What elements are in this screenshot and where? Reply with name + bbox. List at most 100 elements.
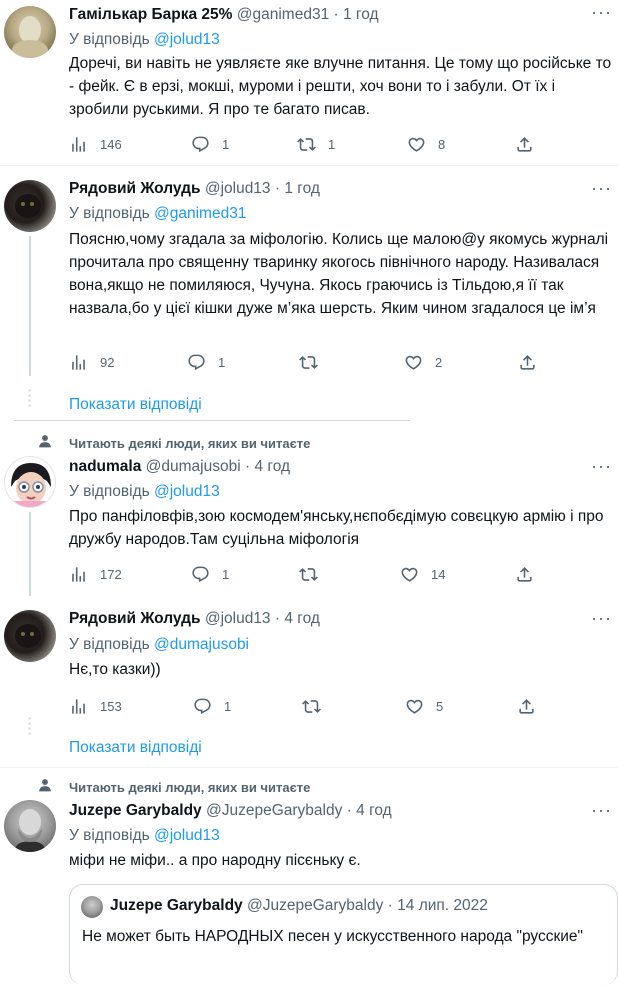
more-icon[interactable]: ··· — [591, 800, 612, 821]
like-button[interactable]: 14 — [400, 563, 445, 585]
mention-link[interactable]: @jolud13 — [154, 31, 220, 48]
handle[interactable]: @jolud13 — [205, 180, 271, 197]
mention-link[interactable]: @jolud13 — [154, 827, 220, 844]
avatar[interactable] — [4, 610, 56, 662]
like-button[interactable]: 2 — [404, 351, 442, 373]
tweet-header: Рядовий Жолудь @jolud13 · 4 год — [69, 610, 320, 628]
retweet-button[interactable] — [302, 695, 333, 717]
tweet[interactable]: Гамількар Барка 25% @ganimed31 · 1 год ·… — [0, 0, 618, 160]
timestamp[interactable]: 4 год — [356, 802, 392, 819]
share-button[interactable] — [518, 351, 549, 373]
action-bar: 146 1 1 8 — [69, 133, 539, 155]
retweet-count: 1 — [328, 136, 336, 152]
views-icon — [72, 698, 85, 714]
avatar[interactable] — [4, 180, 56, 232]
retweet-icon — [299, 567, 318, 581]
tweet[interactable]: Рядовий Жолудь @jolud13 · 1 год ··· У ві… — [0, 166, 618, 426]
retweet-button[interactable] — [299, 351, 330, 373]
reply-context: У відповідь @jolud13 — [69, 483, 220, 501]
tweet[interactable]: Читають деякі люди, яких ви читаєте Juze… — [0, 770, 618, 985]
share-icon — [517, 136, 532, 152]
retweet-button[interactable]: 1 — [297, 133, 335, 155]
views-button[interactable]: 153 — [69, 695, 122, 717]
action-bar: 153 1 5 — [69, 695, 539, 717]
handle[interactable]: @ganimed31 — [237, 6, 329, 23]
reply-context: У відповідь @ganimed31 — [69, 205, 246, 223]
more-icon[interactable]: ··· — [591, 2, 612, 23]
action-bar: 172 1 14 — [69, 563, 539, 585]
thread-line — [29, 512, 31, 596]
share-button[interactable] — [517, 695, 548, 717]
share-button[interactable] — [515, 133, 546, 155]
views-count: 172 — [100, 566, 122, 582]
like-count: 14 — [431, 566, 446, 582]
display-name[interactable]: Гамількар Барка 25% — [69, 6, 232, 23]
tweet-header: nadumala @dumajusobi · 4 год — [69, 458, 290, 476]
mention-link[interactable]: @jolud13 — [154, 483, 220, 500]
quoted-tweet[interactable]: Juzepe Garybaldy @JuzepeGarybaldy · 14 л… — [69, 884, 618, 985]
reply-count: 1 — [218, 354, 226, 370]
like-count: 2 — [435, 354, 443, 370]
views-button[interactable]: 146 — [69, 133, 122, 155]
more-icon[interactable]: ··· — [591, 456, 612, 477]
views-button[interactable]: 92 — [69, 351, 114, 373]
views-button[interactable]: 172 — [69, 563, 122, 585]
retweet-icon — [297, 137, 316, 151]
tweet[interactable]: Рядовий Жолудь @jolud13 · 4 год ··· У ві… — [0, 598, 618, 768]
more-icon[interactable]: ··· — [591, 178, 612, 199]
reply-icon — [194, 698, 211, 714]
show-replies-link[interactable]: Показати відповіді — [69, 739, 202, 757]
thread-dots — [28, 388, 31, 408]
handle[interactable]: @JuzepeGarybaldy — [206, 802, 342, 819]
tweet-text: Доречі, ви навіть не уявляєте яке влучне… — [69, 55, 612, 118]
avatar[interactable] — [4, 800, 56, 852]
like-count: 8 — [438, 136, 446, 152]
share-button[interactable] — [515, 563, 546, 585]
timestamp[interactable]: 4 год — [284, 610, 320, 627]
tweet-header: Juzepe Garybaldy @JuzepeGarybaldy · 4 го… — [69, 802, 392, 820]
timestamp[interactable]: 1 год — [284, 180, 320, 197]
timestamp[interactable]: 4 год — [254, 458, 290, 475]
reply-count: 1 — [224, 698, 232, 714]
like-button[interactable]: 8 — [407, 133, 445, 155]
tweet-text: Нє,то казки)) — [69, 661, 161, 678]
thread-line — [29, 236, 31, 376]
mention-link[interactable]: @dumajusobi — [154, 636, 249, 653]
tweet-header: Рядовий Жолудь @jolud13 · 1 год — [69, 180, 320, 198]
handle[interactable]: @dumajusobi — [146, 458, 241, 475]
reply-button[interactable]: 1 — [191, 563, 229, 585]
reply-prefix: У відповідь — [69, 483, 150, 500]
person-icon — [39, 435, 51, 448]
like-icon — [408, 137, 425, 152]
display-name[interactable]: Juzepe Garybaldy — [69, 802, 202, 819]
views-icon — [72, 566, 85, 582]
reply-prefix: У відповідь — [69, 636, 150, 653]
display-name[interactable]: Рядовий Жолудь — [69, 180, 201, 197]
mention-link[interactable]: @ganimed31 — [154, 205, 246, 222]
separator-dot: · — [346, 802, 352, 819]
retweet-button[interactable] — [299, 563, 330, 585]
show-replies-link[interactable]: Показати відповіді — [69, 396, 202, 414]
more-icon[interactable]: ··· — [591, 608, 612, 629]
avatar[interactable] — [4, 6, 56, 58]
tweet-text: Поясню,чому згадала за міфологію. Колись… — [69, 231, 609, 317]
reply-context: У відповідь @jolud13 — [69, 827, 220, 845]
handle[interactable]: @jolud13 — [205, 610, 271, 627]
like-button[interactable]: 5 — [405, 695, 443, 717]
display-name[interactable]: nadumala — [69, 458, 141, 475]
reply-prefix: У відповідь — [69, 31, 150, 48]
social-context: Читають деякі люди, яких ви читаєте — [69, 436, 311, 451]
like-icon — [406, 699, 423, 714]
quote-avatar[interactable] — [81, 896, 103, 918]
reply-button[interactable]: 1 — [191, 133, 229, 155]
reply-button[interactable]: 1 — [187, 351, 225, 373]
reply-icon — [192, 136, 209, 152]
tweet[interactable]: Читають деякі люди, яких ви читаєте nadu… — [0, 426, 618, 596]
retweet-icon — [299, 355, 318, 369]
reply-button[interactable]: 1 — [193, 695, 231, 717]
views-count: 153 — [100, 698, 122, 714]
timestamp[interactable]: 1 год — [343, 6, 379, 23]
avatar[interactable] — [4, 456, 56, 508]
display-name[interactable]: Рядовий Жолудь — [69, 610, 201, 627]
reply-count: 1 — [222, 566, 230, 582]
